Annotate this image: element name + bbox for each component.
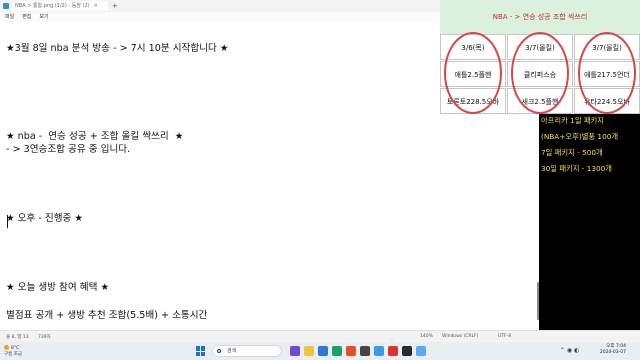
package-line: 아프리카 1일 패키지 [541,116,604,125]
clock[interactable]: 오후 7:04 2024-03-07 [596,344,626,356]
file-explorer-icon[interactable] [304,346,314,356]
editor-line: 별점표 공개 + 생방 추천 조합(5.5배) + 소통시간 [6,310,208,321]
package-line: 30일 패키지 - 1300개 [541,164,613,173]
app-icon-4[interactable] [360,346,370,356]
menu-bar: 파일 편집 보기 [0,12,440,22]
document-tab[interactable]: NBA > 통합.png (1/2) - 등장 (2) ✕ [12,1,108,11]
app-icon-2[interactable] [332,346,342,356]
app-icon-5[interactable] [374,346,384,356]
document-tab-title: NBA > 통합.png (1/2) - 등장 (2) [15,3,90,9]
date-cell: 3/6(목) [440,34,506,60]
taskbar-search[interactable]: 검색 [212,345,282,357]
app-icon-3[interactable] [346,346,356,356]
weather-desc: 구름 조금 [4,351,22,357]
weather-widget[interactable]: 8°C 구름 조금 [4,345,22,357]
system-tray[interactable]: ⌃ ◉ ◐ [560,347,579,354]
pick-cell: 유타224.5오바 [574,88,640,114]
zoom-level: 140% [420,334,433,339]
char-count: 739자 [38,335,51,340]
windows-logo-icon [196,346,200,351]
package-panel: 아프리카 1일 패키지 (NBA+오후)별풍 100개 7일 패키지 - 500… [539,114,640,330]
pick-cell: 새크2.5플핸 [507,88,573,114]
line-ending: Windows (CRLF) [442,334,479,339]
weather-temp: 8°C [11,346,20,351]
app-icon-1[interactable] [290,346,300,356]
windows-logo-icon [201,346,205,351]
package-line: 7일 패키지 - 500개 [541,148,603,157]
menu-edit[interactable]: 편집 [22,12,31,22]
new-tab-button[interactable]: + [112,2,118,10]
results-panel: NBA - > 연승 성공 조합 싹쓰리 3/6(목) 3/7(올킬) 3/7(… [440,0,640,114]
pick-cell: 애틀2.5플핸 [440,61,506,87]
windows-logo-icon [201,351,205,356]
edge-icon[interactable] [318,346,328,356]
date-cell: 3/7(올킬) [574,34,640,60]
pick-cell: 클리퍼스승 [507,61,573,87]
search-icon [217,349,221,353]
start-button[interactable] [196,346,206,356]
notepad-icon [3,3,9,9]
menu-view[interactable]: 보기 [39,12,48,22]
cursor-position: 줄 8, 열 13 [6,335,29,340]
search-placeholder: 검색 [227,348,237,354]
menu-file[interactable]: 파일 [5,12,14,22]
windows-logo-icon [196,351,200,356]
editor-line: ★ 오늘 생방 참여 혜택 ★ [6,282,110,293]
pick-cell: 토론토228.5오바 [440,88,506,114]
window-titlebar: NBA > 통합.png (1/2) - 등장 (2) ✕ + [0,0,440,12]
app-icon-6[interactable] [388,346,398,356]
editor-line: ★ 오후 - 진행중 ★ [6,213,83,224]
status-bar: 줄 8, 열 13 739자 140% Windows (CRLF) UTF-8 [0,330,640,342]
clock-date: 2024-03-07 [599,350,626,355]
package-line: (NBA+오후)별풍 100개 [541,132,619,141]
taskbar: 8°C 구름 조금 검색 ⌃ ◉ ◐ 오후 7:04 2024-03-07 [0,342,640,360]
editor-line: ★ nba - 연승 성공 + 조합 올킬 싹쓰리 ★ [6,131,184,142]
pick-cell: 애틀217.5언더 [574,61,640,87]
text-caret [7,215,8,228]
editor-line: ★3월 8일 nba 분석 방송 - > 7시 10분 시작합니다 ★ [6,43,229,54]
results-title: NBA - > 연승 성공 조합 싹쓰리 [440,0,640,34]
encoding: UTF-8 [498,334,512,339]
editor-line: - > 3연승조합 공유 중 입니다. [6,144,131,155]
notepad-taskbar-icon[interactable] [416,346,426,356]
sun-cloud-icon [4,345,9,350]
app-icon-7[interactable] [402,346,412,356]
close-icon[interactable]: ✕ [94,1,98,11]
date-cell: 3/7(올킬) [507,34,573,60]
